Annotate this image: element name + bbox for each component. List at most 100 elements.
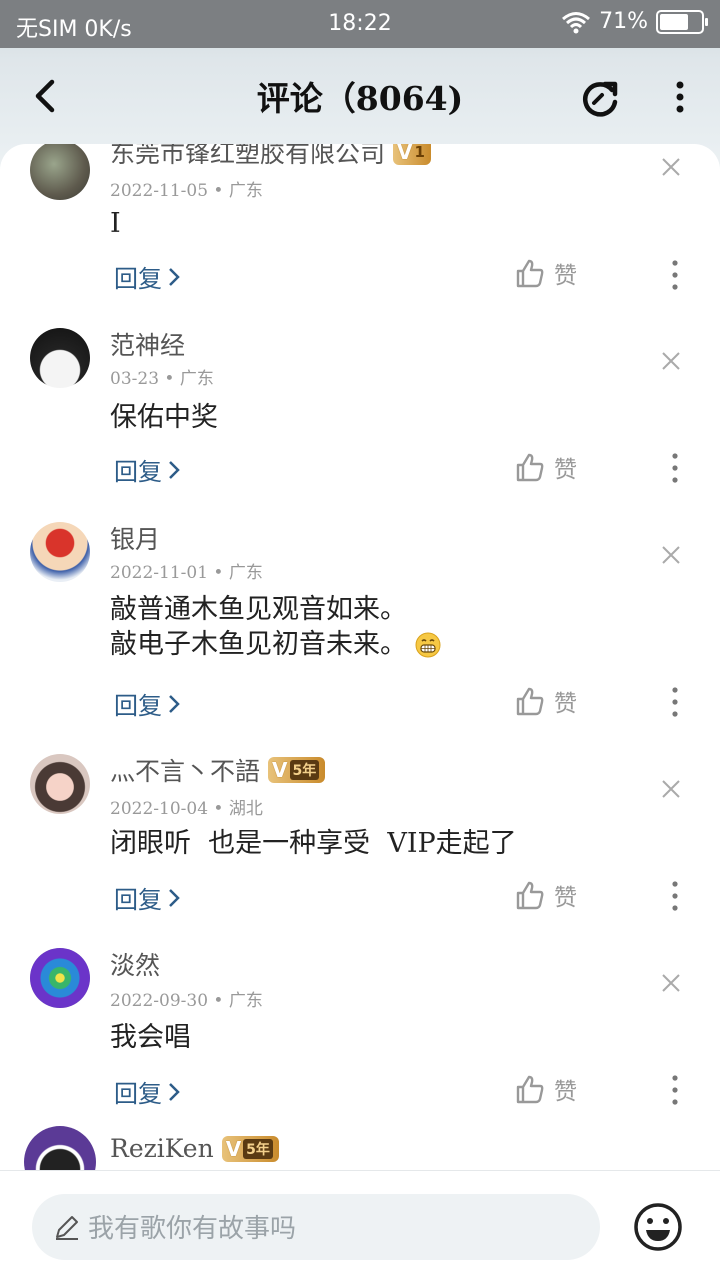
- avatar[interactable]: [30, 948, 90, 1008]
- comment-meta: 2022-11-01 • 广东: [110, 563, 263, 583]
- comment-meta: 2022-11-05 • 广东: [110, 181, 263, 201]
- thumbs-up-icon: [516, 1075, 544, 1104]
- battery-icon: [656, 9, 708, 34]
- battery-percent: 71%: [599, 9, 648, 34]
- like-button[interactable]: 赞: [514, 684, 577, 718]
- reply-button[interactable]: 回复: [114, 686, 180, 721]
- smiley-icon[interactable]: [632, 1201, 684, 1253]
- comment-item: 东莞市锋红塑胶有限公司 V1 2022-11-05 • 广东 I 回复 赞: [0, 144, 720, 329]
- close-icon[interactable]: [660, 778, 682, 800]
- like-button[interactable]: 赞: [514, 1072, 577, 1106]
- comment-username[interactable]: 银月: [110, 520, 160, 556]
- vip-years-text: 5年: [289, 760, 320, 780]
- comment-input[interactable]: 我有歌你有故事吗: [32, 1194, 600, 1260]
- vip-years-text: 5年: [243, 1138, 273, 1159]
- status-icons: 71%: [561, 9, 708, 34]
- comment-date: 03-23: [110, 369, 160, 389]
- more-vertical-icon[interactable]: [668, 1074, 682, 1106]
- comment-username[interactable]: 灬不言丶不語 V 5年: [110, 752, 326, 788]
- comment-line: 保佑中奖: [110, 402, 218, 433]
- reply-label: 回复: [114, 1080, 162, 1108]
- close-icon[interactable]: [660, 350, 682, 372]
- vip-badge: V 5年: [268, 757, 326, 783]
- comment-line: 我会唱: [110, 1022, 191, 1053]
- reply-button[interactable]: 回复: [114, 259, 180, 294]
- chevron-right-icon: [169, 888, 180, 907]
- reply-label: 回复: [114, 265, 162, 293]
- like-label: 赞: [554, 457, 577, 483]
- username-text: 范神经: [110, 331, 186, 360]
- avatar[interactable]: [30, 328, 90, 388]
- reply-label: 回复: [114, 886, 162, 914]
- input-placeholder: 我有歌你有故事吗: [88, 1214, 297, 1244]
- thumbs-up-icon: [516, 453, 544, 482]
- comment-text: 我会唱: [110, 1020, 191, 1055]
- comment-list[interactable]: 东莞市锋红塑胶有限公司 V1 2022-11-05 • 广东 I 回复 赞 范神…: [0, 144, 720, 1170]
- comment-location: 广东: [228, 563, 263, 583]
- chevron-right-icon: [169, 267, 180, 286]
- username-text: 淡然: [110, 951, 161, 980]
- username-text: 灬不言丶不語: [110, 757, 261, 786]
- like-label: 赞: [554, 691, 577, 717]
- comment-date: 2022-11-01: [110, 563, 209, 583]
- comment-username[interactable]: ReziKen V 5年: [110, 1134, 279, 1163]
- wifi-icon: [562, 11, 591, 33]
- comment-text: 保佑中奖: [110, 400, 218, 435]
- like-label: 赞: [554, 1079, 577, 1105]
- more-vertical-icon[interactable]: [668, 259, 682, 291]
- thumbs-up-icon: [516, 259, 544, 288]
- comment-username[interactable]: 东莞市锋红塑胶有限公司 V1: [110, 144, 431, 170]
- more-vertical-icon[interactable]: [664, 76, 696, 120]
- comment-line: 闭眼听 也是一种享受 VIP走起了: [110, 828, 517, 859]
- chevron-right-icon: [169, 460, 180, 479]
- comment-text: I: [110, 206, 121, 241]
- reply-button[interactable]: 回复: [114, 880, 180, 915]
- avatar[interactable]: [30, 144, 90, 200]
- close-icon[interactable]: [660, 156, 682, 178]
- reply-button[interactable]: 回复: [114, 1074, 180, 1109]
- comment-meta: 03-23 • 广东: [110, 369, 214, 389]
- comment-item: 银月 2022-11-01 • 广东 敲普通木鱼见观音如来。 敲电子木鱼见初音未…: [0, 522, 720, 752]
- comment-location: 广东: [228, 181, 263, 201]
- battery-fill: [660, 13, 689, 30]
- comment-line-wrap: 敲电子木鱼见初音未来。: [110, 627, 441, 662]
- comment-item: 灬不言丶不語 V 5年 2022-10-04 • 湖北 闭眼听 也是一种享受 VI…: [0, 754, 720, 948]
- comment-text: 闭眼听 也是一种享受 VIP走起了: [110, 826, 517, 861]
- comment-text: 敲普通木鱼见观音如来。 敲电子木鱼见初音未来。: [110, 592, 441, 662]
- reply-label: 回复: [114, 458, 162, 486]
- grin-emoji-icon: [415, 632, 441, 657]
- vip-level-text: 1: [414, 144, 425, 161]
- close-icon[interactable]: [660, 544, 682, 566]
- vip-badge: V1: [393, 144, 431, 165]
- share-refresh-icon[interactable]: [578, 76, 622, 120]
- avatar[interactable]: [30, 522, 90, 582]
- avatar[interactable]: [30, 754, 90, 814]
- comment-location: 广东: [179, 369, 214, 389]
- comment-item: ReziKen V 5年: [0, 1126, 720, 1170]
- thumbs-up-icon: [516, 881, 544, 910]
- reply-button[interactable]: 回复: [114, 452, 180, 487]
- close-icon[interactable]: [660, 972, 682, 994]
- comment-meta: 2022-10-04 • 湖北: [110, 799, 263, 819]
- like-button[interactable]: 赞: [514, 450, 577, 484]
- comment-line: 敲普通木鱼见观音如来。: [110, 594, 407, 625]
- comment-item: 范神经 03-23 • 广东 保佑中奖 回复 赞: [0, 328, 720, 522]
- comment-line: I: [110, 208, 121, 239]
- comment-date: 2022-09-30: [110, 991, 209, 1011]
- thumbs-up-icon: [516, 687, 544, 716]
- comment-location: 湖北: [228, 799, 263, 819]
- more-vertical-icon[interactable]: [668, 880, 682, 912]
- header-bar: 评论（8064): [0, 48, 720, 144]
- comment-input-bar: 我有歌你有故事吗: [0, 1170, 720, 1280]
- username-text: 银月: [110, 525, 161, 554]
- like-button[interactable]: 赞: [514, 256, 577, 290]
- comment-username[interactable]: 范神经: [110, 326, 185, 362]
- more-vertical-icon[interactable]: [668, 452, 682, 484]
- comment-username[interactable]: 淡然: [110, 946, 160, 982]
- comment-location: 广东: [228, 991, 263, 1011]
- comment-date: 2022-10-04: [110, 799, 209, 819]
- like-label: 赞: [554, 885, 577, 911]
- more-vertical-icon[interactable]: [668, 686, 682, 718]
- like-button[interactable]: 赞: [514, 878, 577, 912]
- username-text: ReziKen: [110, 1134, 214, 1163]
